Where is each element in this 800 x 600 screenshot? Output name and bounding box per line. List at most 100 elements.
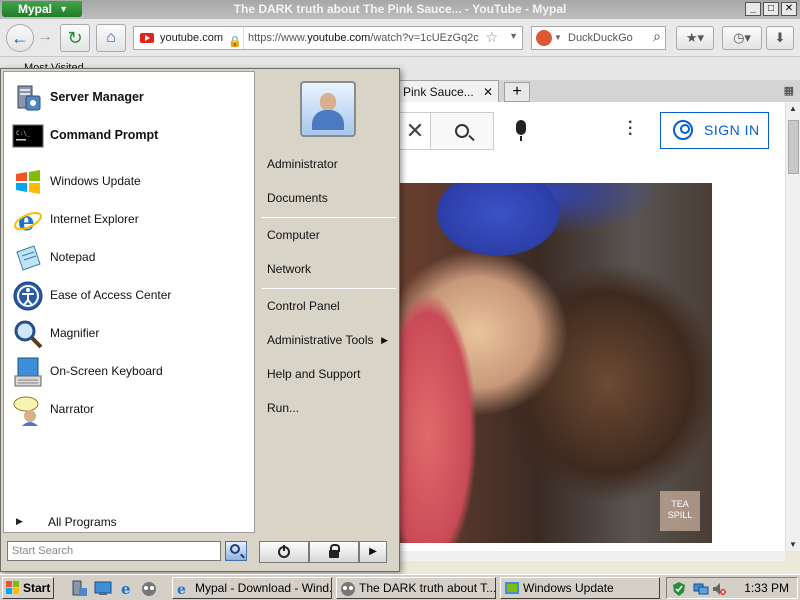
lock-button[interactable] <box>309 541 359 563</box>
start-link-computer[interactable]: Computer <box>262 222 394 248</box>
sign-in-button[interactable]: SIGN IN <box>660 112 769 149</box>
windows-update-icon <box>505 582 519 594</box>
search-bar[interactable]: ▼ DuckDuckGo ⌕ <box>531 26 666 50</box>
bookmark-star-icon[interactable]: ☆ <box>485 29 498 46</box>
svg-text:e: e <box>177 582 186 596</box>
bookmarks-menu-button[interactable]: ★▾ <box>676 26 714 50</box>
mypal-quicklaunch-icon[interactable] <box>140 579 158 597</box>
avatar-head <box>320 93 336 111</box>
window-titlebar: Mypal ▼ The DARK truth about The Pink Sa… <box>0 0 800 19</box>
narrator-icon <box>13 396 39 426</box>
account-icon <box>673 120 693 140</box>
scroll-up-icon[interactable]: ▲ <box>789 104 797 113</box>
on-screen-keyboard-icon <box>14 357 42 387</box>
tab-close-icon[interactable]: ✕ <box>483 81 493 103</box>
navigation-toolbar: ← → ↻ ⌂ youtube.com 🔒 https://www.youtub… <box>0 19 800 57</box>
home-button[interactable]: ⌂ <box>96 24 126 52</box>
more-options-icon[interactable]: · · · <box>628 115 634 143</box>
taskbar-item-youtube[interactable]: The DARK truth about T... <box>336 577 496 599</box>
taskbar-item-label: Mypal - Download - Wind... <box>195 581 332 595</box>
taskbar-item-mypal-download[interactable]: e Mypal - Download - Wind... <box>172 577 332 599</box>
maximize-button[interactable]: □ <box>763 2 779 16</box>
search-icon[interactable]: ⌕ <box>653 28 661 45</box>
internet-explorer-quicklaunch-icon[interactable]: e <box>118 579 136 597</box>
taskbar-item-label: Windows Update <box>523 581 614 595</box>
power-button[interactable] <box>259 541 309 563</box>
youtube-search-button[interactable] <box>430 112 494 150</box>
start-link-administrator[interactable]: Administrator <box>262 151 394 177</box>
network-icon[interactable] <box>693 581 709 597</box>
start-item-server-manager[interactable]: Server Manager <box>10 80 250 116</box>
url-text[interactable]: https://www.youtube.com/watch?v=1cUEzGq2… <box>248 27 488 49</box>
start-item-label: On-Screen Keyboard <box>50 364 163 378</box>
avatar-body <box>312 110 344 130</box>
downloads-button[interactable]: ⬇ <box>766 26 794 50</box>
taskbar-item-label: The DARK truth about T... <box>359 581 496 595</box>
start-link-run[interactable]: Run... <box>262 395 394 421</box>
admin-tools-label: Administrative Tools <box>267 333 374 347</box>
lock-icon <box>329 544 340 558</box>
taskbar-item-windows-update[interactable]: Windows Update <box>500 577 660 599</box>
start-item-label: Windows Update <box>50 174 141 188</box>
scroll-down-icon[interactable]: ▼ <box>789 540 797 549</box>
clock[interactable]: 1:33 PM <box>744 581 789 595</box>
tab-active[interactable]: Pink Sauce... ✕ <box>398 80 499 102</box>
site-identity[interactable]: youtube.com 🔒 <box>134 27 244 49</box>
tab-grid-icon[interactable]: ▦ <box>784 84 794 97</box>
start-item-on-screen-keyboard[interactable]: On-Screen Keyboard <box>10 354 250 390</box>
start-item-label: Magnifier <box>50 326 100 340</box>
minimize-button[interactable]: _ <box>745 2 761 16</box>
tab-title: Pink Sauce... <box>403 85 474 99</box>
new-tab-button[interactable]: + <box>504 82 530 102</box>
start-item-internet-explorer[interactable]: e Internet Explorer <box>10 202 250 238</box>
forward-button[interactable]: → <box>34 24 56 52</box>
shutdown-options-button[interactable]: ▶ <box>359 541 387 563</box>
user-avatar[interactable] <box>300 81 356 137</box>
start-item-narrator[interactable]: Narrator <box>10 392 250 428</box>
reload-button[interactable]: ↻ <box>60 24 90 52</box>
back-button[interactable]: ← <box>6 24 34 52</box>
start-item-magnifier[interactable]: Magnifier <box>10 316 250 352</box>
start-item-label: Command Prompt <box>50 128 159 142</box>
taskbar: Start e e Mypal - Download - Wind... The… <box>0 574 800 600</box>
start-search-button[interactable] <box>225 541 247 561</box>
show-desktop-icon[interactable] <box>94 579 112 597</box>
start-link-help-support[interactable]: Help and Support <box>262 361 394 387</box>
notepad-icon <box>16 245 41 271</box>
url-bar[interactable]: youtube.com 🔒 https://www.youtube.com/wa… <box>133 26 523 50</box>
all-programs-button[interactable]: ▶ All Programs <box>10 512 250 532</box>
duckduckgo-icon[interactable] <box>536 30 552 46</box>
command-prompt-icon: C:\_ <box>12 124 44 148</box>
magnifier-icon <box>14 320 43 349</box>
start-link-network[interactable]: Network <box>262 256 394 282</box>
video-player[interactable]: TEA SPILL <box>398 183 712 543</box>
scrollbar-thumb[interactable] <box>788 120 799 174</box>
microphone-icon[interactable] <box>516 120 526 141</box>
engine-dropdown-icon[interactable]: ▼ <box>554 33 562 42</box>
url-dropdown-icon[interactable]: ▼ <box>509 31 518 41</box>
start-item-label: Server Manager <box>50 90 144 104</box>
server-manager-quicklaunch-icon[interactable] <box>70 579 88 597</box>
history-button[interactable]: ◷▾ <box>722 26 762 50</box>
windows-logo-icon <box>6 581 20 595</box>
start-item-command-prompt[interactable]: C:\_ Command Prompt <box>10 118 250 154</box>
clear-search-button[interactable]: ✕ <box>400 112 430 150</box>
start-search-input[interactable]: Start Search <box>7 541 221 561</box>
divider <box>12 506 254 507</box>
security-shield-icon[interactable] <box>671 581 687 597</box>
start-item-windows-update[interactable]: Windows Update <box>10 164 250 200</box>
volume-muted-icon[interactable] <box>711 581 727 597</box>
start-button[interactable]: Start <box>2 577 54 599</box>
start-link-documents[interactable]: Documents <box>262 185 394 211</box>
lock-icon: 🔒 <box>228 36 242 48</box>
start-link-administrative-tools[interactable]: Administrative Tools ▶ <box>262 327 394 353</box>
start-item-notepad[interactable]: Notepad <box>10 240 250 276</box>
start-item-ease-of-access[interactable]: Ease of Access Center <box>10 278 250 314</box>
start-menu-programs: Server Manager C:\_ Command Prompt Windo… <box>3 71 255 533</box>
mypal-icon: e <box>177 582 186 596</box>
all-programs-label: All Programs <box>48 515 117 529</box>
start-link-control-panel[interactable]: Control Panel <box>262 293 394 319</box>
vertical-scrollbar[interactable]: ▲ ▼ <box>785 102 800 551</box>
horizontal-scrollbar[interactable] <box>398 551 785 561</box>
close-button[interactable]: ✕ <box>781 2 797 16</box>
